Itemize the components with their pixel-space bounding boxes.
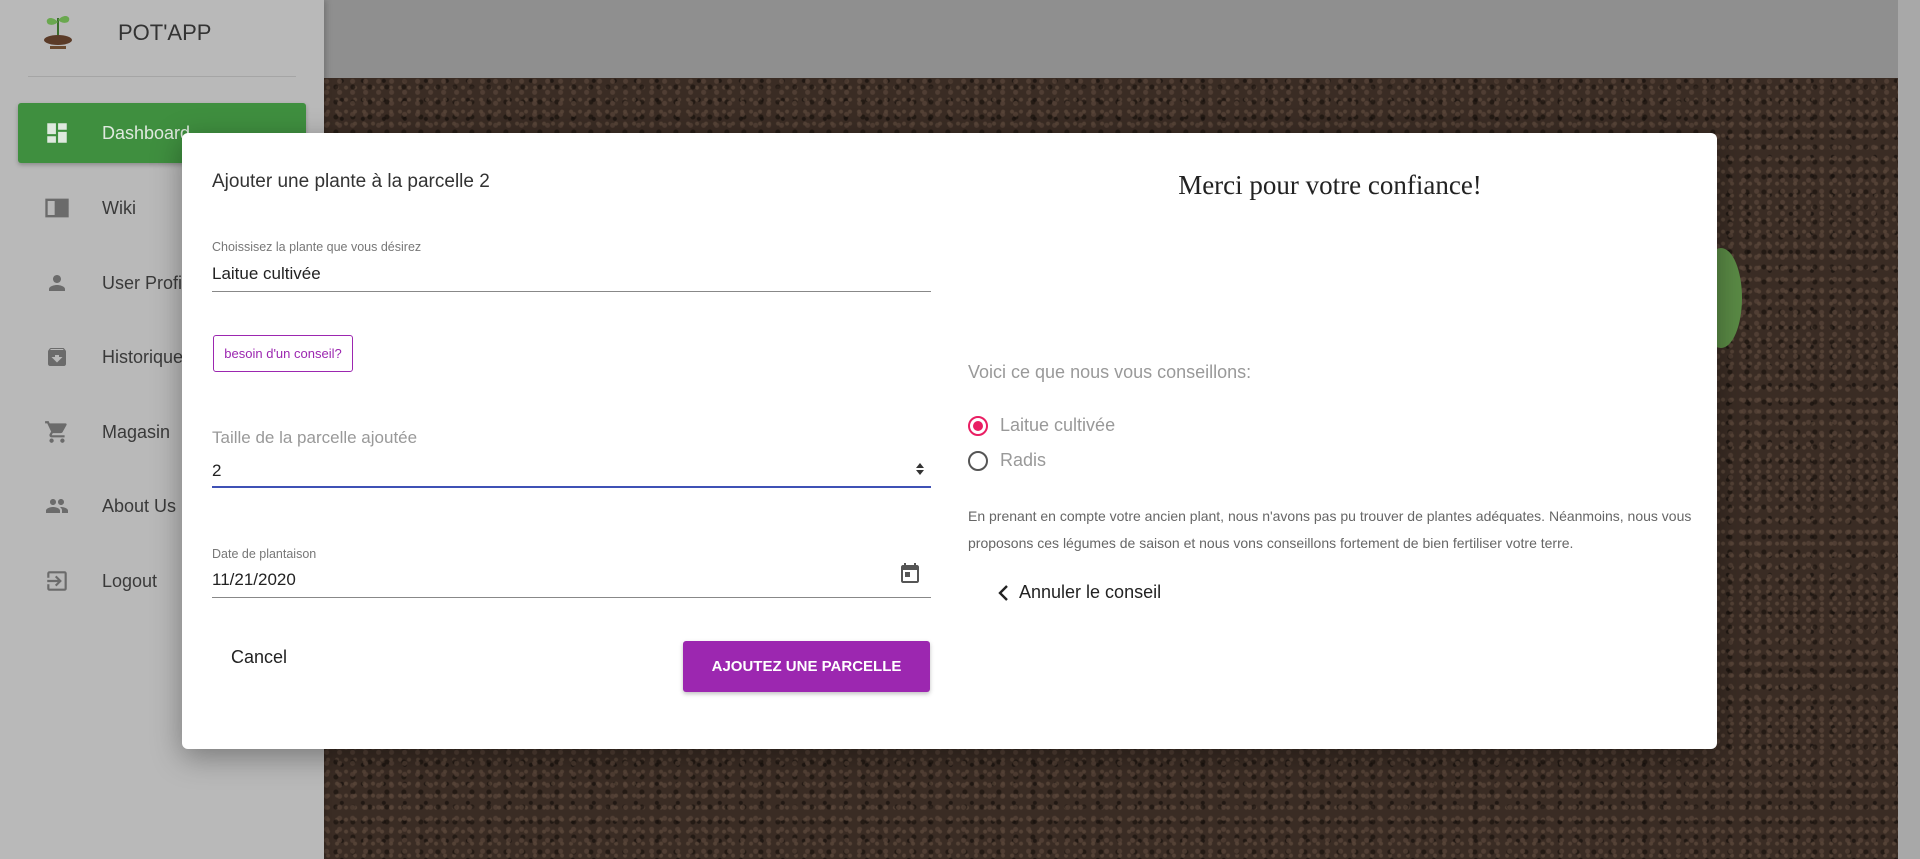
date-field-label: Date de plantaison (212, 547, 317, 561)
dashboard-icon (42, 118, 72, 148)
people-icon (42, 491, 72, 521)
add-plant-dialog: Ajouter une plante à la parcelle 2 Chois… (182, 133, 1717, 749)
date-field-underline (212, 597, 931, 598)
radio-unselected[interactable] (968, 450, 988, 471)
advice-subheading: Voici ce que nous vous conseillons: (968, 362, 1252, 382)
plant-field-underline (212, 291, 931, 292)
taille-field-underline (212, 486, 931, 488)
divider (28, 76, 296, 77)
cart-icon (42, 417, 72, 447)
number-spinner-icon[interactable] (915, 461, 925, 477)
advice-option-label: Laitue cultivée (1000, 415, 1116, 435)
sidebar-item-label: Logout (102, 570, 158, 591)
date-input[interactable]: 11/21/2020 (212, 570, 296, 590)
need-advice-button[interactable]: besoin d'un conseil? (213, 335, 353, 372)
sidebar-item-label: About Us (102, 495, 177, 516)
dialog-title: Ajouter une plante à la parcelle 2 (212, 171, 490, 192)
advice-option-radis[interactable]: Radis (968, 450, 1046, 471)
cancel-advice-button[interactable]: Annuler le conseil (997, 582, 1161, 603)
sidebar-item-label: Historique (102, 346, 184, 367)
top-app-bar (324, 0, 1898, 78)
wiki-icon (42, 193, 72, 223)
add-parcel-button[interactable]: AJOUTEZ UNE PARCELLE (683, 641, 930, 692)
radio-selected[interactable] (968, 415, 988, 436)
advice-heading: Merci pour votre confiance! (1178, 170, 1482, 200)
advice-text: En prenant en compte votre ancien plant,… (968, 508, 1692, 551)
calendar-icon[interactable] (898, 561, 922, 585)
advice-option-laitue[interactable]: Laitue cultivée (968, 415, 1115, 436)
plant-logo-icon (44, 16, 72, 49)
advice-option-label: Radis (1000, 450, 1047, 470)
cancel-advice-label: Annuler le conseil (1019, 582, 1162, 602)
page-scrollbar[interactable] (1898, 0, 1920, 859)
chevron-left-icon (998, 584, 1008, 601)
archive-icon (42, 342, 72, 372)
sidebar-item-label: Wiki (102, 197, 136, 218)
app-name: POT'APP (118, 20, 212, 45)
person-icon (42, 268, 72, 298)
plant-field-label: Choissisez la plante que vous désirez (212, 240, 422, 254)
sidebar-item-label: Dashboard (102, 122, 191, 143)
logout-icon (42, 566, 72, 596)
cancel-button[interactable]: Cancel (231, 647, 287, 668)
taille-field-label: Taille de la parcelle ajoutée (212, 428, 418, 447)
plant-select[interactable]: Laitue cultivée (212, 264, 321, 284)
brand: POT'APP (0, 0, 324, 76)
taille-input[interactable]: 2 (212, 461, 221, 481)
sidebar-item-label: Magasin (102, 421, 171, 442)
